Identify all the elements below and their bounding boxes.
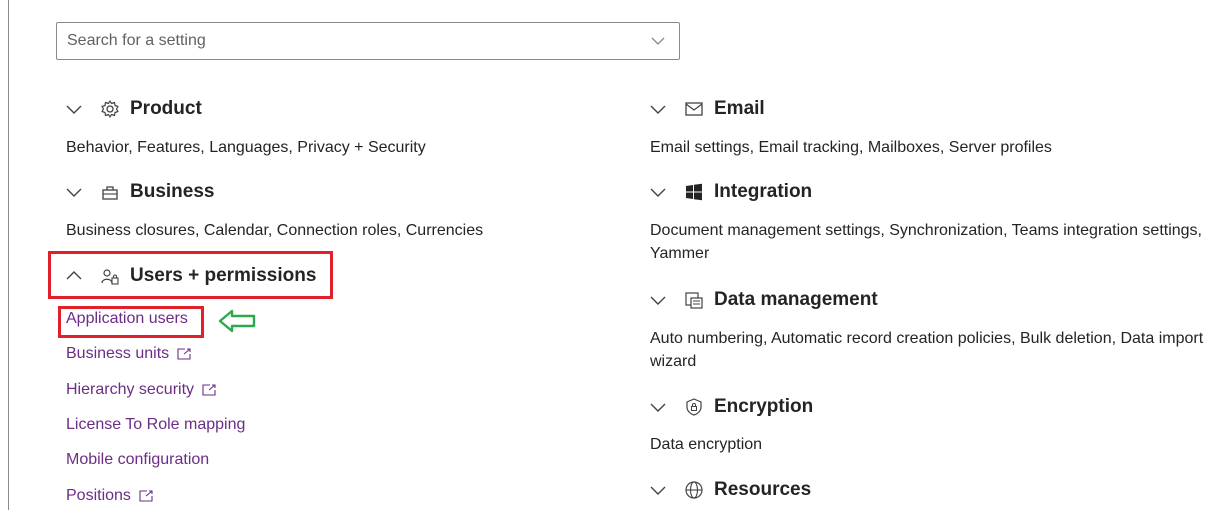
section-header-business[interactable]: Business — [66, 177, 214, 207]
section-title: Data management — [714, 289, 878, 310]
section-description: Auto numbering, Automatic record creatio… — [650, 330, 1204, 370]
search-input[interactable] — [67, 29, 637, 53]
section-title: Integration — [714, 181, 813, 202]
section-title: Business — [130, 181, 215, 202]
shield-lock-icon — [684, 397, 704, 417]
link-label: Mobile configuration — [66, 451, 210, 468]
link-license-to-role-mapping[interactable]: License To Role mapping — [66, 416, 245, 434]
chevron-down-icon — [650, 403, 666, 412]
chevron-down-icon — [66, 188, 82, 197]
windows-icon — [684, 182, 704, 202]
section-header-email[interactable]: Email — [650, 94, 765, 124]
link-mobile-configuration[interactable]: Mobile configuration — [66, 451, 209, 469]
link-positions[interactable]: Positions — [66, 487, 153, 505]
section-title: Email — [714, 98, 765, 119]
section-title: Resources — [714, 479, 812, 500]
section-description: Document management settings, Synchroniz… — [650, 222, 1202, 262]
search-setting-box[interactable] — [56, 22, 680, 60]
section-description: Email settings, Email tracking, Mailboxe… — [650, 139, 1052, 156]
left-divider — [8, 0, 9, 510]
section-description: Data encryption — [650, 436, 763, 453]
section-header-integration[interactable]: Integration — [650, 177, 812, 207]
external-link-icon — [139, 490, 153, 502]
link-label: Business units — [66, 345, 170, 362]
link-business-units[interactable]: Business units — [66, 345, 191, 363]
link-label: License To Role mapping — [66, 416, 246, 433]
highlight-box — [58, 306, 204, 338]
data-management-icon — [684, 290, 704, 310]
external-link-icon — [177, 348, 191, 360]
link-hierarchy-security[interactable]: Hierarchy security — [66, 381, 216, 399]
section-title: Encryption — [714, 396, 814, 417]
chevron-down-icon — [650, 296, 666, 305]
arrow-left-icon — [218, 309, 256, 333]
briefcase-icon — [100, 182, 120, 202]
chevron-down-icon — [650, 105, 666, 114]
link-label: Positions — [66, 487, 131, 504]
section-title: Product — [130, 98, 202, 119]
external-link-icon — [202, 384, 216, 396]
highlight-box — [48, 251, 333, 299]
section-header-product[interactable]: Product — [66, 94, 202, 124]
chevron-down-icon — [66, 105, 82, 114]
section-header-encryption[interactable]: Encryption — [650, 392, 813, 422]
globe-icon — [684, 480, 704, 500]
chevron-down-icon — [650, 486, 666, 495]
section-header-data-management[interactable]: Data management — [650, 285, 878, 315]
section-header-resources[interactable]: Resources — [650, 475, 811, 505]
gear-icon — [100, 99, 120, 119]
section-description: Behavior, Features, Languages, Privacy +… — [66, 139, 426, 156]
section-description: Business closures, Calendar, Connection … — [66, 222, 484, 239]
link-label: Hierarchy security — [66, 381, 195, 398]
mail-icon — [684, 99, 704, 119]
chevron-down-icon — [650, 188, 666, 197]
chevron-down-icon[interactable] — [651, 36, 665, 46]
